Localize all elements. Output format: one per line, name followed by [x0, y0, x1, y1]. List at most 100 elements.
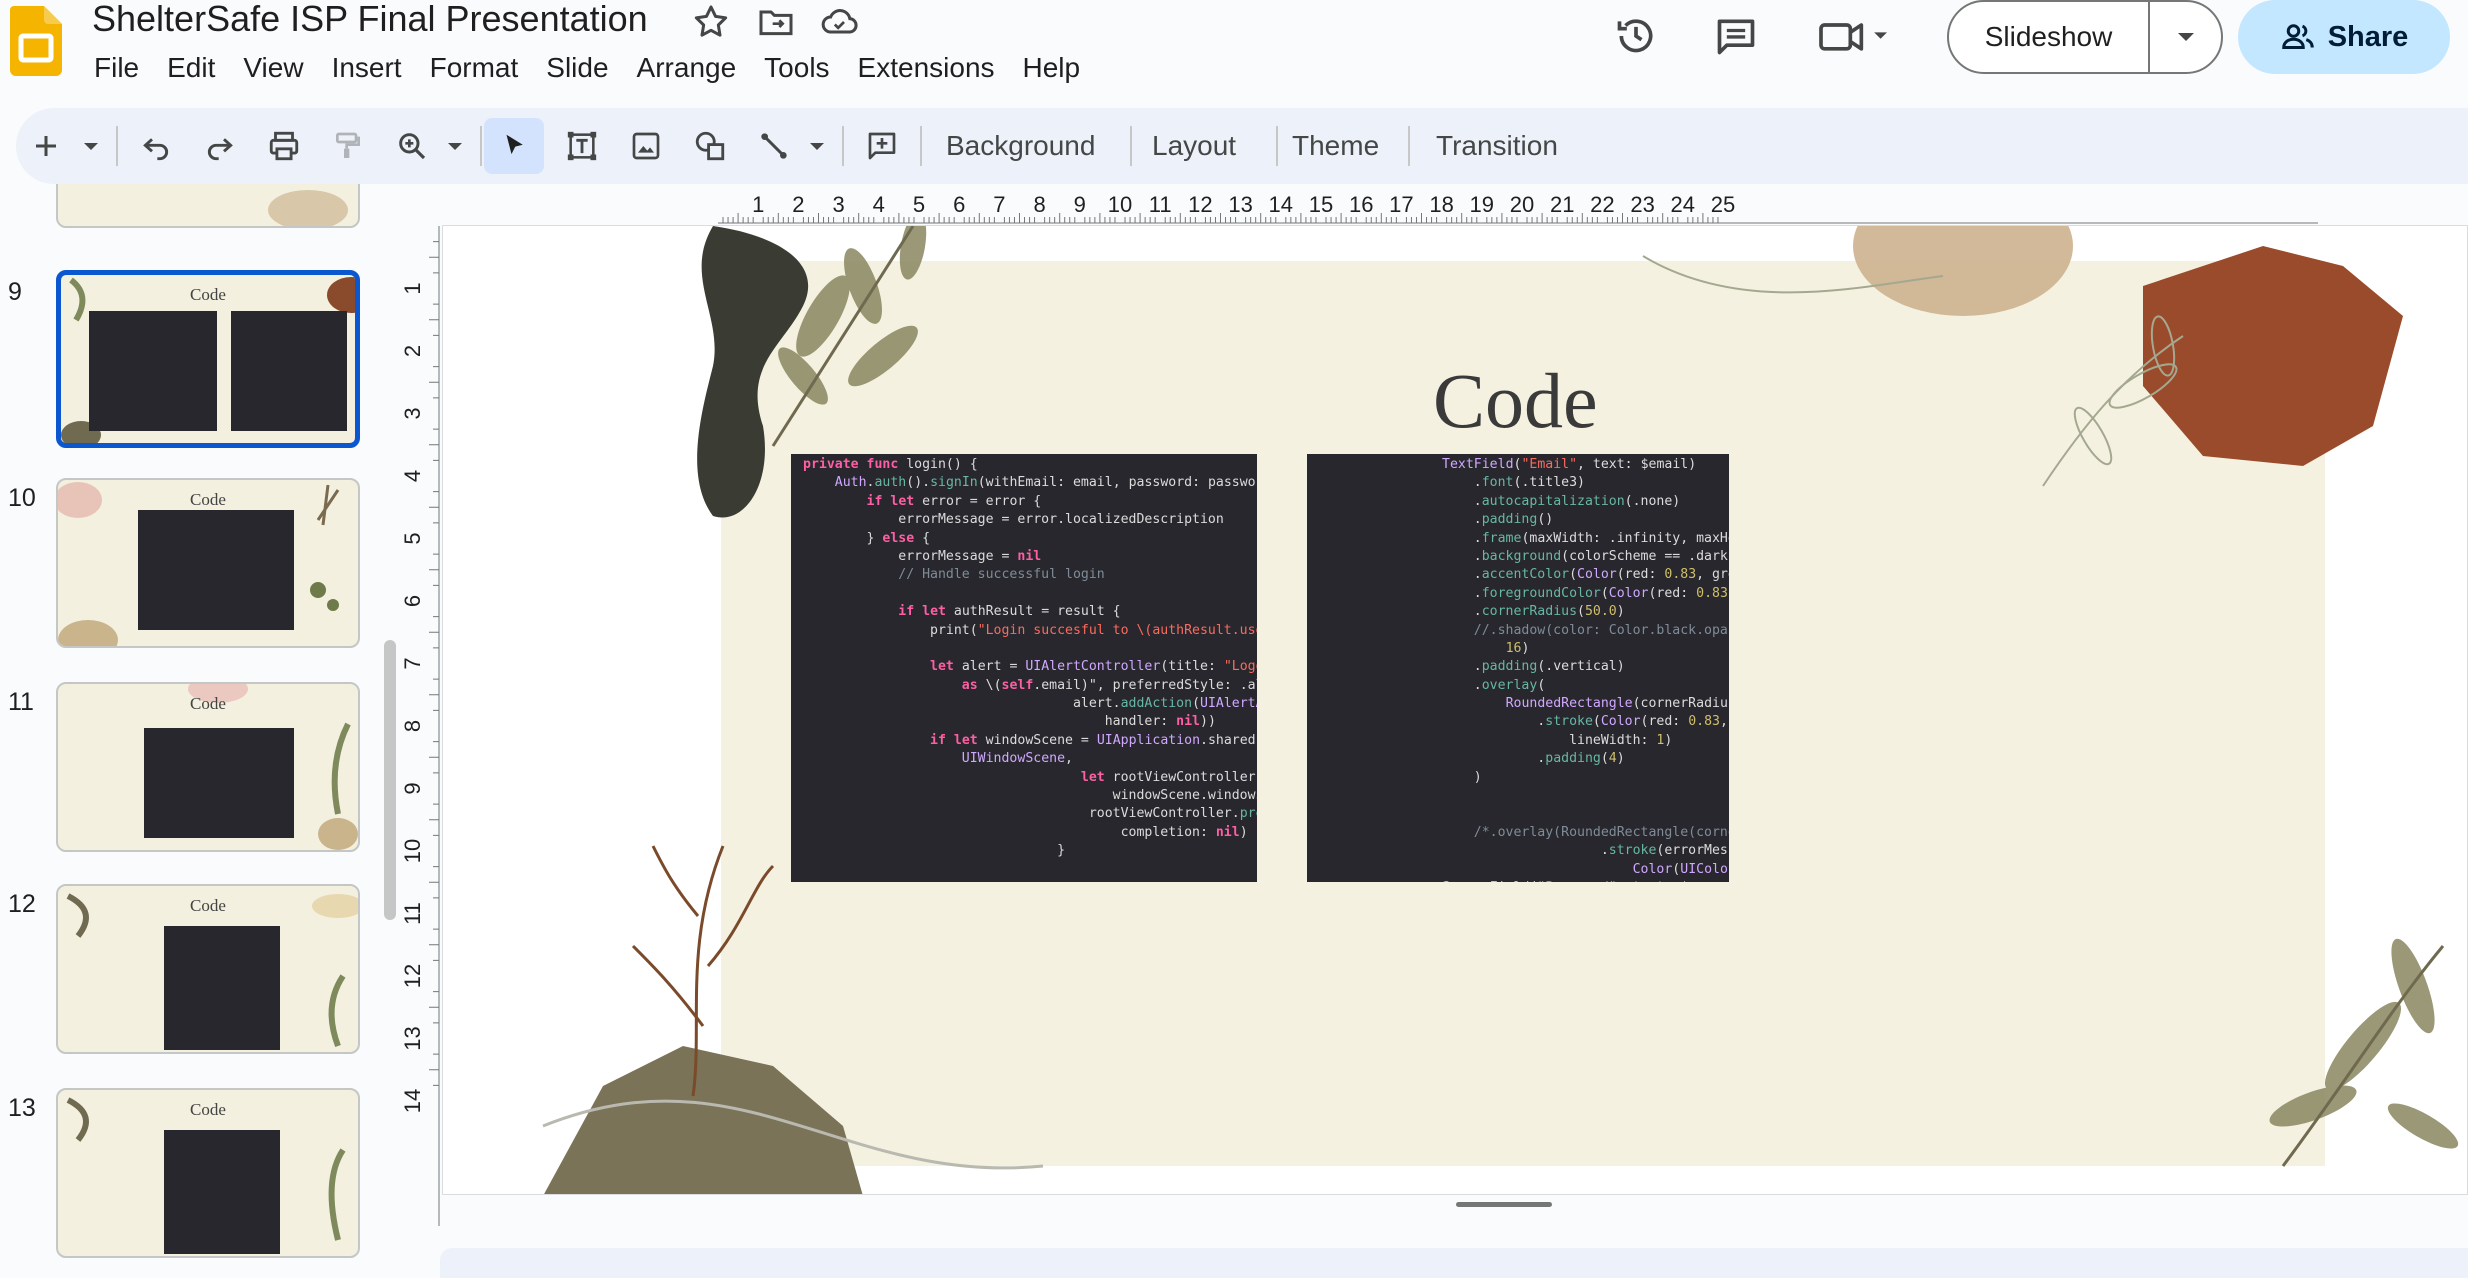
code-line: .stroke(errorMessage != nil ? Color.red … [1315, 843, 1729, 859]
redo-button[interactable] [192, 118, 248, 174]
code-line: errorMessage = error.localizedDescriptio… [803, 512, 1224, 528]
menu-bar: File Edit View Insert Format Slide Arran… [80, 50, 1094, 86]
slide-thumbnail-8[interactable] [56, 184, 360, 228]
filmstrip-scrollbar[interactable] [384, 640, 396, 920]
ruler-label: 11 [1149, 192, 1172, 217]
thumb-title: Code [190, 285, 226, 304]
slides-logo-icon[interactable] [10, 6, 62, 76]
ruler-label: 7 [993, 192, 1005, 217]
menu-format[interactable]: Format [416, 50, 533, 86]
menu-slide[interactable]: Slide [532, 50, 622, 86]
undo-button[interactable] [128, 118, 184, 174]
thumb-code-image [144, 728, 294, 838]
code-line: UIWindowScene, [961, 751, 1073, 767]
horizontal-ruler[interactable]: 1 2 3 4 5 6 7 8 9 10 11 12 13 14 15 16 17 18 19 20 21 22 23 24 2… [718, 190, 2318, 224]
layout-button[interactable]: Layout [1152, 118, 1236, 174]
code-line: .padding(4) [1315, 751, 1625, 767]
slide-thumbnail-13[interactable]: Code [56, 1088, 360, 1258]
slide-title[interactable]: Code [1433, 356, 2033, 446]
code-line: rootViewController.present(alert, animat… [803, 806, 1257, 822]
code-line: /*.overlay(RoundedRectangle(cornerRadius… [1473, 824, 1729, 840]
menu-edit[interactable]: Edit [153, 50, 229, 86]
ruler-label: 1 [400, 282, 425, 294]
ruler-label: 21 [1550, 192, 1574, 217]
current-slide[interactable]: Code private func login() { Auth.auth().… [442, 225, 2468, 1195]
select-tool-button[interactable] [484, 118, 544, 174]
document-title[interactable]: ShelterSafe ISP Final Presentation [92, 0, 648, 40]
speaker-notes-bar[interactable] [440, 1248, 2468, 1278]
theme-button[interactable]: Theme [1292, 118, 1379, 174]
slide-thumbnail-12[interactable]: Code [56, 884, 360, 1054]
new-slide-button[interactable] [24, 118, 68, 174]
meet-camera-icon[interactable] [1814, 8, 1894, 64]
code-line: .overlay( [1315, 677, 1546, 693]
add-comment-button[interactable] [854, 118, 910, 174]
code-line: SecureField("Password", text: $password) [1315, 879, 1729, 882]
slideshow-dropdown-button[interactable] [2150, 2, 2221, 72]
line-dropdown[interactable] [802, 118, 832, 174]
slide-number: 12 [8, 890, 36, 918]
ruler-label: 4 [400, 470, 425, 482]
toolbar-divider [116, 126, 118, 166]
slide-thumbnail-10[interactable]: Code [56, 478, 360, 648]
slide-filmstrip: 9 Code 10 Code 11 Code 12 Code 13 Code [0, 184, 404, 1278]
menu-insert[interactable]: Insert [318, 50, 416, 86]
slideshow-button[interactable]: Slideshow [1949, 2, 2151, 72]
toolbar-divider [842, 126, 844, 166]
insert-image-button[interactable] [618, 118, 674, 174]
menu-arrange[interactable]: Arrange [623, 50, 751, 86]
code-screenshot-left[interactable]: private func login() { Auth.auth().signI… [791, 454, 1257, 882]
comments-icon[interactable] [1708, 8, 1764, 64]
undo-icon [143, 138, 169, 161]
code-line: completion: nil) [803, 824, 1248, 840]
menu-view[interactable]: View [229, 50, 317, 86]
code-line: .cornerRadius(50.0) [1315, 604, 1625, 620]
share-button[interactable]: Share [2238, 0, 2450, 74]
slide-number: 9 [8, 278, 22, 306]
menu-tools[interactable]: Tools [750, 50, 843, 86]
code-line: .stroke(Color(red: 0.83, green: 0.71, bl… [1315, 714, 1728, 730]
slide-number: 13 [8, 1094, 36, 1122]
vertical-ruler[interactable]: 1234567891011121314 [400, 226, 440, 1226]
star-icon[interactable] [691, 2, 731, 42]
ruler-label: 24 [1671, 192, 1695, 217]
print-button[interactable] [256, 118, 312, 174]
zoom-button[interactable] [384, 118, 440, 174]
menu-file[interactable]: File [80, 50, 153, 86]
version-history-icon[interactable] [1608, 8, 1664, 64]
zoom-icon [399, 133, 426, 160]
shape-button[interactable] [682, 118, 738, 174]
ruler-label: 25 [1711, 192, 1735, 217]
text-box-icon [567, 131, 597, 161]
thumb-code-image [138, 510, 294, 630]
new-slide-dropdown[interactable] [76, 118, 106, 174]
ruler-label: 2 [400, 345, 425, 357]
code-line: } else { [803, 530, 931, 546]
code-line: print("Login succesful to \(authResult.u… [803, 622, 1257, 638]
menu-extensions[interactable]: Extensions [844, 50, 1009, 86]
background-button[interactable]: Background [946, 118, 1095, 174]
app-header: ShelterSafe ISP Final Presentation File … [0, 0, 2468, 100]
code-line: if let windowScene = UIApplication.share… [930, 732, 1257, 748]
slide-thumbnail-9[interactable]: Code [56, 270, 360, 448]
toolbar: Background Layout Theme Transition [16, 108, 2468, 184]
speaker-notes-drag-handle[interactable] [1456, 1202, 1552, 1207]
text-box-button[interactable] [554, 118, 610, 174]
slide-thumbnail-11[interactable]: Code [56, 682, 360, 852]
ruler-label: 23 [1630, 192, 1654, 217]
menu-help[interactable]: Help [1009, 50, 1095, 86]
line-button[interactable] [746, 118, 802, 174]
paint-format-button[interactable] [320, 118, 376, 174]
ruler-label: 10 [400, 839, 425, 863]
ruler-label: 8 [1033, 192, 1045, 217]
code-screenshot-right[interactable]: TextField("Email", text: $email) .font(.… [1307, 454, 1729, 882]
ruler-label: 16 [1349, 192, 1373, 217]
move-folder-icon[interactable] [756, 2, 796, 42]
cloud-saved-icon[interactable] [819, 2, 859, 42]
code-line: Auth.auth().signIn(withEmail: email, pas… [834, 475, 1257, 491]
zoom-dropdown[interactable] [440, 118, 470, 174]
transition-button[interactable]: Transition [1436, 118, 1558, 174]
share-label: Share [2327, 20, 2409, 53]
